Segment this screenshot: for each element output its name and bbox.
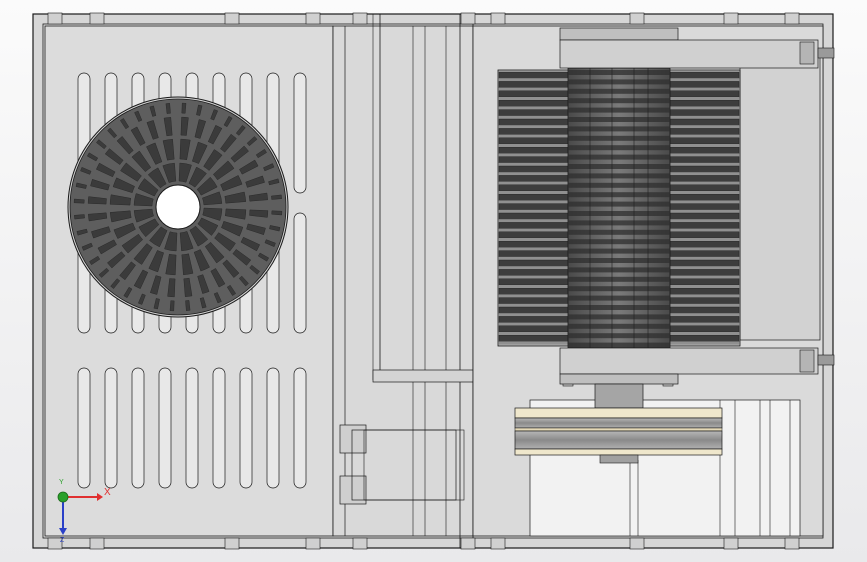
- drive-pulley: [514, 407, 723, 464]
- roller-disc: [568, 70, 670, 75]
- vent-slot: [104, 367, 118, 489]
- bottom-mounting-pad: [629, 537, 645, 550]
- triad-x-label: X: [104, 487, 111, 498]
- roller-disc: [568, 201, 670, 207]
- bottom-mounting-pad: [224, 537, 240, 550]
- roller-disc: [568, 239, 670, 245]
- vent-slot: [293, 212, 307, 334]
- roller-disc: [568, 305, 670, 310]
- vent-slot: [77, 367, 91, 489]
- roller-disc: [568, 333, 670, 339]
- bottom-mounting-pad: [352, 537, 368, 550]
- top-mounting-pad: [224, 12, 240, 25]
- bottom-mounting-pad: [784, 537, 800, 550]
- top-mounting-pad: [352, 12, 368, 25]
- roller-disc: [568, 276, 670, 282]
- roller-disc: [568, 173, 670, 179]
- bottom-mounting-pad: [89, 537, 105, 550]
- top-mounting-pad: [490, 12, 506, 25]
- roller-disc: [568, 295, 670, 301]
- fan-grille-slot: [181, 102, 187, 114]
- heat-exchanger-fins: [497, 35, 741, 387]
- vent-slot: [266, 367, 280, 489]
- roller-disc: [568, 154, 670, 160]
- roller-disc: [568, 220, 670, 226]
- roller-disc: [568, 88, 670, 94]
- roller-disc: [568, 323, 670, 329]
- vent-slot: [158, 367, 172, 489]
- cad-model-drawing[interactable]: [0, 0, 867, 562]
- roller-disc: [568, 314, 670, 320]
- fan-grille-slot: [169, 300, 175, 312]
- fan-grille-slot: [73, 198, 85, 204]
- vent-slot: [293, 367, 307, 489]
- top-mounting-pad: [305, 12, 321, 25]
- roller-disc: [568, 192, 670, 198]
- top-mounting-pad: [47, 12, 63, 25]
- fan-grille-slot: [271, 210, 283, 216]
- bottom-mounting-pad: [723, 537, 739, 550]
- roller-disc: [568, 248, 670, 254]
- roller-disc: [568, 98, 670, 104]
- triad-z-label: Z: [60, 537, 65, 544]
- triad-y-label: Y: [59, 479, 64, 486]
- roller-disc: [568, 342, 670, 348]
- roller-disc: [568, 258, 670, 263]
- vent-slot: [185, 367, 199, 489]
- vent-slot: [293, 72, 307, 194]
- roller-disc: [568, 117, 670, 122]
- top-mounting-pad: [784, 12, 800, 25]
- bottom-mounting-pad: [460, 537, 476, 550]
- vent-slot: [212, 367, 226, 489]
- roller-disc: [568, 135, 670, 141]
- cad-viewport[interactable]: X Y Z: [0, 0, 867, 562]
- roller-disc: [568, 182, 670, 188]
- bottom-mounting-pad: [305, 537, 321, 550]
- roller-disc: [568, 164, 670, 169]
- vent-slot: [131, 367, 145, 489]
- roller-disc: [568, 79, 670, 85]
- vent-slot: [239, 367, 253, 489]
- fan-grille: [67, 96, 289, 318]
- roller-disc: [568, 267, 670, 273]
- bottom-mounting-pad: [490, 537, 506, 550]
- top-mounting-pad: [460, 12, 476, 25]
- roller-disc: [568, 126, 670, 132]
- roller-disc: [568, 286, 670, 292]
- roller-disc: [568, 211, 670, 216]
- top-mounting-pad: [723, 12, 739, 25]
- fan-hub-hole: [155, 184, 201, 230]
- roller-disc: [568, 229, 670, 235]
- roller-disc: [568, 107, 670, 113]
- top-mounting-pad: [89, 12, 105, 25]
- top-mounting-pad: [629, 12, 645, 25]
- roller-disc: [568, 145, 670, 151]
